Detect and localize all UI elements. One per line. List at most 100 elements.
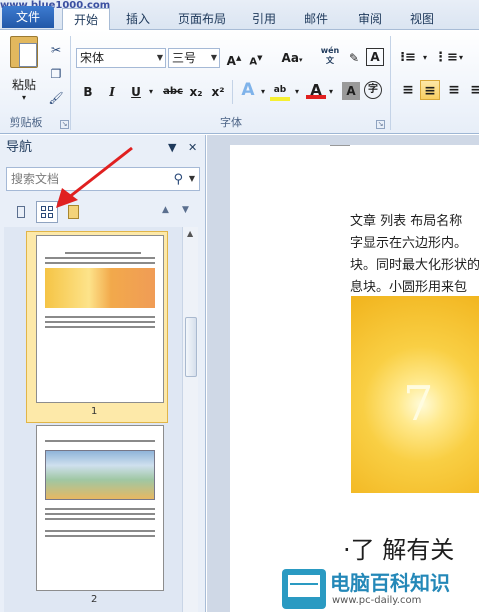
doc-line-4: 息块。小圆形用来包 [350, 280, 468, 295]
bold-label: B [83, 85, 93, 99]
italic-label: I [109, 85, 115, 99]
thumb-text-line [45, 440, 155, 442]
chevron-down-icon[interactable]: ▼ [189, 168, 195, 190]
cut-icon[interactable]: ✂ [48, 42, 64, 58]
thumbnails-scrollbar[interactable]: ▲ [182, 227, 198, 612]
thumb-text-line [45, 316, 155, 318]
numbering-icon[interactable]: ⋮≡ [434, 48, 458, 68]
close-icon[interactable]: ✕ [188, 135, 197, 161]
font-name-combo[interactable]: 宋体 ▼ [76, 48, 166, 68]
align-center-icon[interactable]: ≡ [420, 80, 440, 100]
phonetic-guide-label: wén [320, 46, 340, 55]
char-border-button[interactable]: A [366, 48, 384, 66]
next-result-icon[interactable]: ▼ [182, 205, 189, 215]
change-case-label: Aa [281, 51, 299, 65]
format-painter-icon[interactable]: 🖌 [48, 90, 64, 106]
tab-insert[interactable]: 插入 [116, 8, 160, 30]
logo-url: www.pc-daily.com [332, 595, 422, 606]
thumb-image [45, 268, 155, 308]
bullets-icon[interactable]: ⁝≡ [398, 48, 418, 68]
search-icon[interactable]: ⚲ [173, 169, 183, 191]
paste-dropdown-icon[interactable]: ▾ [6, 93, 42, 102]
underline-button[interactable]: U [126, 82, 146, 102]
highlight-icon[interactable]: ab [270, 80, 290, 101]
subscript-button[interactable]: x₂ [186, 82, 206, 102]
monitor-screen [288, 575, 320, 597]
underline-label: U [131, 85, 141, 99]
tab-home[interactable]: 开始 [62, 8, 110, 31]
ribbon-tab-bar: www.blue1000.com 文件 开始 插入 页面布局 引用 邮件 审阅 … [0, 0, 479, 31]
clipboard-launcher-icon[interactable]: ↘ [60, 120, 69, 129]
image-glyph: 7 [403, 376, 434, 432]
thumb-text-line [45, 326, 155, 328]
text-effects-icon[interactable]: A [238, 80, 258, 100]
thumb-text-line [45, 262, 155, 264]
scroll-up-icon[interactable]: ▲ [187, 229, 193, 238]
monitor-logo-icon [282, 569, 326, 609]
strikethrough-button[interactable]: abc [160, 82, 186, 102]
page-number-2: 2 [91, 594, 98, 605]
chevron-down-icon: ▼ [156, 53, 163, 62]
change-case-button[interactable]: Aa▾ [278, 48, 306, 68]
enclose-char-label: 字 [368, 84, 378, 95]
tab-view[interactable]: 视图 [400, 8, 444, 30]
page-thumbnail-1-card [36, 235, 164, 403]
tab-references[interactable]: 引用 [244, 8, 284, 30]
underline-dropdown-icon[interactable]: ▾ [146, 82, 156, 102]
thumb-text-line [65, 252, 141, 254]
font-color-icon[interactable]: A [306, 80, 326, 100]
tab-page-layout[interactable]: 页面布局 [168, 8, 236, 30]
doc-heading: ·了 解有关 [343, 536, 455, 564]
font-size-combo[interactable]: 三号 ▼ [168, 48, 220, 68]
tab-review[interactable]: 审阅 [348, 8, 392, 30]
thumb-text-line [45, 518, 155, 520]
thumb-text-line [45, 513, 155, 515]
clipboard-icon [10, 36, 38, 68]
chevron-down-icon[interactable]: ▾ [456, 48, 466, 68]
chevron-down-icon[interactable]: ▾ [326, 82, 336, 102]
superscript-label: x² [211, 85, 225, 99]
document-image[interactable]: 7 [351, 296, 479, 493]
clear-format-icon[interactable]: ✎ [344, 48, 364, 68]
headings-icon [17, 206, 25, 218]
phonetic-guide-button[interactable]: wén 文 [318, 46, 342, 66]
page-number-1: 1 [91, 406, 98, 417]
chevron-down-icon[interactable]: ▾ [292, 82, 302, 102]
thumb-text-line [45, 535, 155, 537]
align-left-icon[interactable]: ≡ [398, 80, 418, 100]
pane-options-icon[interactable]: ▼ [168, 135, 176, 161]
enclose-char-button[interactable]: 字 [364, 81, 382, 99]
logo-name: 电脑百科知识 [330, 571, 450, 595]
font-launcher-icon[interactable]: ↘ [376, 120, 385, 129]
superscript-button[interactable]: x² [208, 82, 228, 102]
tab-headings[interactable] [10, 201, 32, 223]
bold-button[interactable]: B [78, 82, 98, 102]
grow-font-button[interactable]: A▲ [224, 48, 244, 68]
shrink-font-button[interactable]: A▼ [246, 48, 266, 68]
tab-file[interactable]: 文件 [2, 6, 54, 28]
previous-result-icon[interactable]: ▲ [162, 205, 169, 215]
paste-button[interactable]: 粘贴 ▾ [6, 36, 42, 112]
divider [70, 36, 71, 130]
copy-icon[interactable]: ❐ [48, 66, 64, 82]
divider [390, 36, 391, 130]
thumb-text-line [45, 530, 155, 532]
navigation-pane-title: 导航 [6, 140, 33, 155]
italic-button[interactable]: I [102, 82, 122, 102]
doc-line-2: 字显示在六边形内。 [350, 236, 468, 251]
char-shading-icon[interactable]: A [342, 82, 360, 100]
scroll-thumb[interactable] [185, 317, 197, 377]
chevron-down-icon[interactable]: ▾ [420, 48, 430, 68]
thumb-text-line [45, 508, 155, 510]
clipboard-group-label: 剪贴板 [9, 116, 43, 129]
grow-font-label: A [226, 54, 236, 68]
tab-mailings[interactable]: 邮件 [296, 8, 336, 30]
paste-label: 粘贴 [11, 78, 36, 92]
shrink-font-label: A [249, 56, 258, 68]
char-border-label: A [370, 50, 380, 64]
page-thumbnail-2[interactable] [36, 425, 164, 591]
align-right-icon[interactable]: ≡ [444, 80, 464, 100]
chevron-down-icon[interactable]: ▾ [258, 82, 268, 102]
justify-icon[interactable]: ≡ [466, 80, 479, 100]
monitor-pulse [290, 583, 318, 585]
